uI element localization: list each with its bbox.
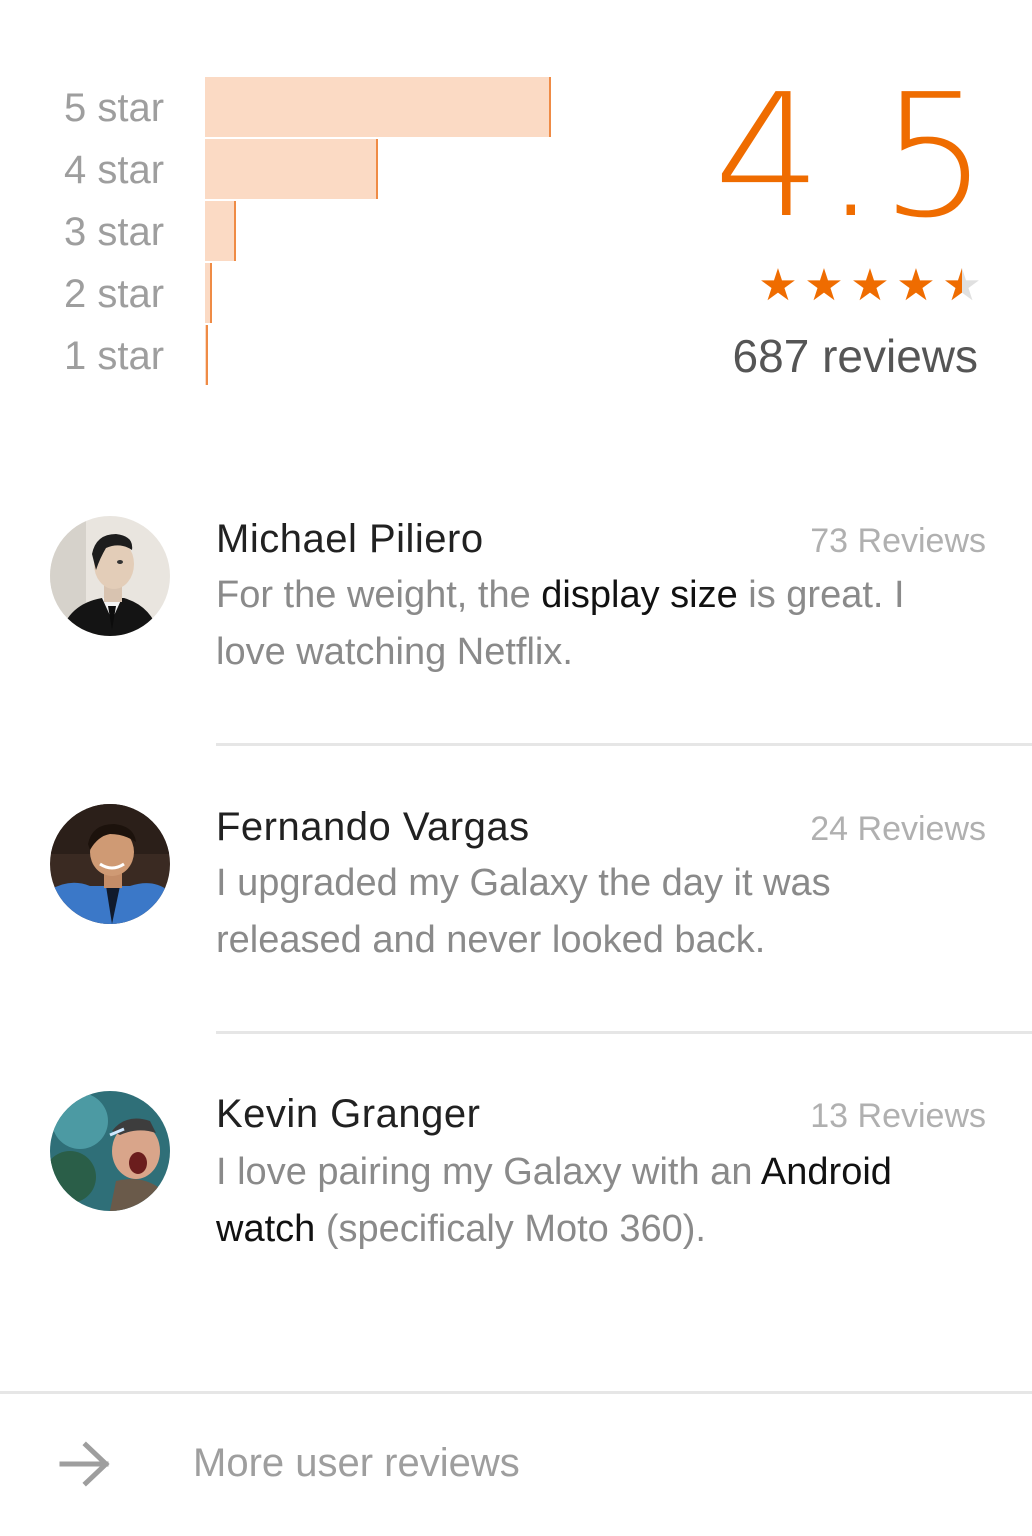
star-full-icon: ★ <box>804 260 844 311</box>
avatar-michael-icon <box>50 516 170 636</box>
review-text-part: For the weight, the <box>216 574 542 616</box>
reviewer-review-count: 24 Reviews <box>810 810 986 848</box>
avatar[interactable] <box>50 804 170 924</box>
reviewer-name[interactable]: Fernando Vargas <box>216 802 530 852</box>
review-count: 687 reviews <box>732 330 978 382</box>
avatar[interactable] <box>50 516 170 636</box>
review-divider <box>216 1031 1032 1034</box>
rating-summary: 5 star 4 star 3 star 2 star 1 star 4.5 ★… <box>0 0 1032 420</box>
rating-bar-2 <box>205 263 212 323</box>
review-text: I upgraded my Galaxy the day it was rele… <box>216 855 956 969</box>
reviewer-name[interactable]: Michael Piliero <box>216 514 484 564</box>
rating-row-3[interactable]: 3 star <box>0 201 700 263</box>
star-rating: ★ ★ ★ ★ ★ ★ <box>756 262 984 310</box>
rating-row-4[interactable]: 4 star <box>0 139 700 201</box>
rating-row-label: 5 star <box>64 86 165 130</box>
review-item[interactable]: Fernando Vargas 24 Reviews I upgraded my… <box>0 802 1032 1002</box>
review-text: I love pairing my Galaxy with an Android… <box>216 1144 976 1258</box>
review-text-part: I love pairing my Galaxy with an <box>216 1151 761 1193</box>
review-item[interactable]: Michael Piliero 73 Reviews For the weigh… <box>0 514 1032 714</box>
more-user-reviews-link[interactable]: More user reviews <box>0 1394 1032 1536</box>
rating-bar-3 <box>205 201 236 261</box>
rating-bar-1 <box>205 325 208 385</box>
avatar-fernando-icon <box>50 804 170 924</box>
review-text-part: (specificaly Moto 360). <box>315 1208 706 1250</box>
rating-row-label: 3 star <box>64 210 165 254</box>
rating-row-2[interactable]: 2 star <box>0 263 700 325</box>
average-rating-score: 4.5 <box>713 58 990 256</box>
arrow-right-icon <box>58 1440 112 1488</box>
review-divider <box>216 743 1032 746</box>
review-text: For the weight, the display size is grea… <box>216 567 956 681</box>
review-text-part: I upgraded my Galaxy the day it was rele… <box>216 862 831 961</box>
rating-row-label: 1 star <box>64 334 165 378</box>
star-full-icon: ★ <box>850 260 890 311</box>
star-full-icon: ★ <box>896 260 936 311</box>
reviewer-review-count: 73 Reviews <box>810 522 986 560</box>
avatar[interactable] <box>50 1091 170 1211</box>
rating-row-label: 4 star <box>64 148 165 192</box>
rating-row-1[interactable]: 1 star <box>0 325 700 387</box>
rating-row-5[interactable]: 5 star <box>0 77 700 139</box>
star-half-icon: ★ ★ <box>942 260 982 311</box>
rating-bar-5 <box>205 77 551 137</box>
avatar-kevin-icon <box>50 1091 170 1211</box>
star-full-icon: ★ <box>758 260 798 311</box>
rating-row-label: 2 star <box>64 272 165 316</box>
review-item[interactable]: Kevin Granger 13 Reviews I love pairing … <box>0 1089 1032 1289</box>
review-text-highlight: display size <box>541 574 738 616</box>
more-user-reviews-label: More user reviews <box>193 1441 520 1485</box>
rating-bar-4 <box>205 139 378 199</box>
reviewer-review-count: 13 Reviews <box>810 1097 986 1135</box>
reviewer-name[interactable]: Kevin Granger <box>216 1089 480 1139</box>
